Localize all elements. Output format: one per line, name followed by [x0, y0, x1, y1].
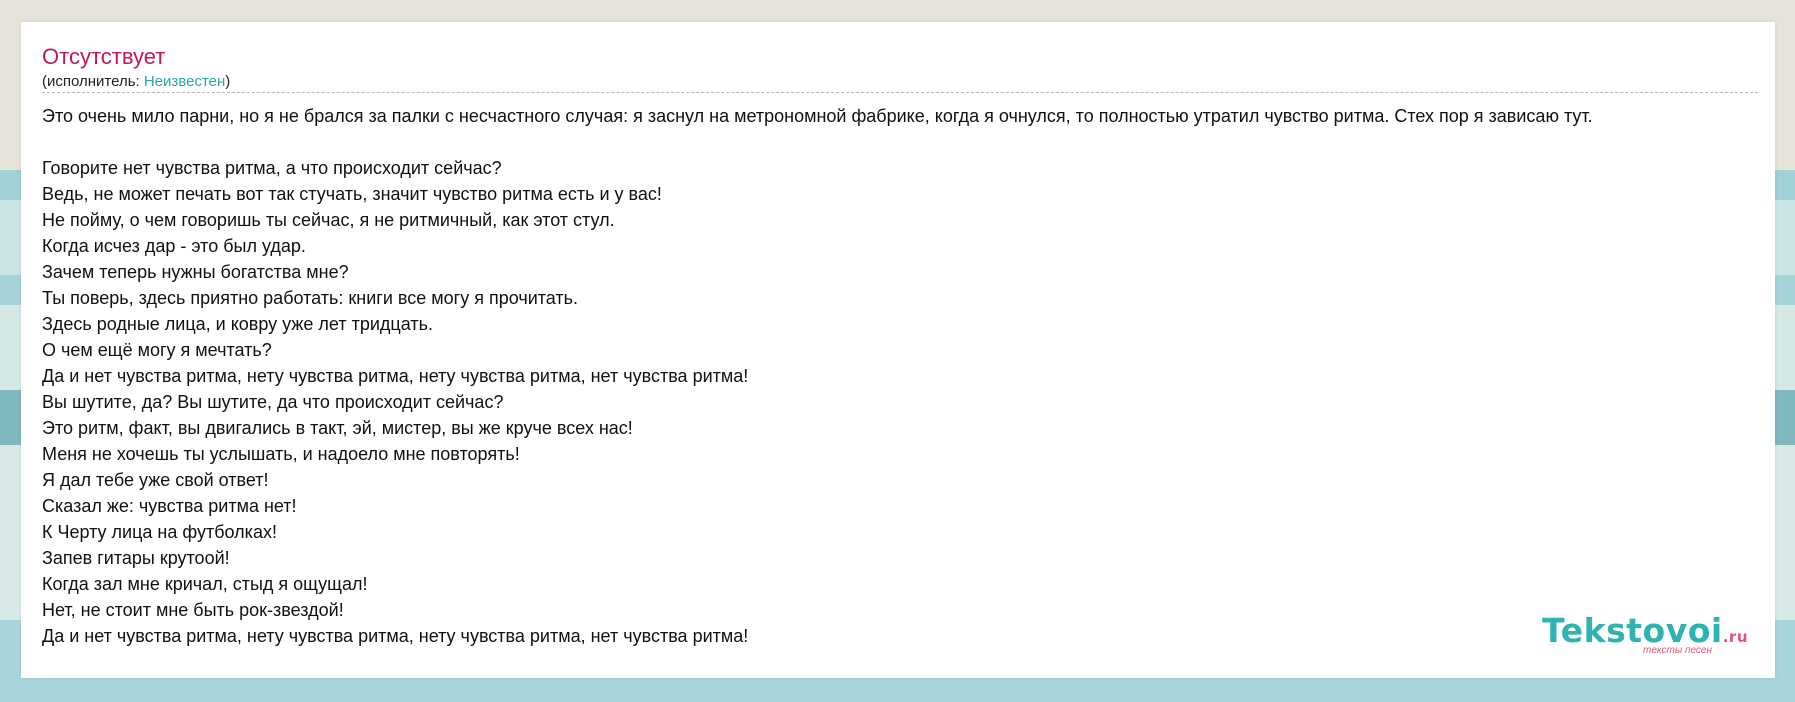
artist-line: (исполнитель: Неизвестен) — [42, 73, 230, 90]
lyrics-line: Меня не хочешь ты услышать, и надоело мн… — [42, 444, 520, 464]
lyrics-line: Я дал тебе уже свой ответ! — [42, 470, 269, 490]
lyrics-line: Когда исчез дар - это был удар. — [42, 236, 306, 256]
lyrics-line: Ведь, не может печать вот так стучать, з… — [42, 184, 662, 204]
lyrics-line: Да и нет чувства ритма, нету чувства рит… — [42, 366, 749, 386]
lyrics-blank-line — [42, 129, 1775, 155]
lyrics-line: Вы шутите, да? Вы шутите, да что происхо… — [42, 392, 504, 412]
site-logo[interactable]: Tekstovoi.ru тексты песен — [1542, 614, 1748, 656]
logo-suffix: .ru — [1722, 628, 1748, 646]
lyrics-line: Не пойму, о чем говоришь ты сейчас, я не… — [42, 210, 615, 230]
lyrics-line: К Черту лица на футболках! — [42, 522, 277, 542]
lyrics-line: Да и нет чувства ритма, нету чувства рит… — [42, 626, 749, 646]
lyrics-line: Ты поверь, здесь приятно работать: книги… — [42, 288, 579, 308]
lyrics-line: Говорите нет чувства ритма, а что происх… — [42, 158, 502, 178]
artist-suffix: ) — [225, 73, 231, 90]
lyrics-line: Нет, не стоит мне быть рок-звездой! — [42, 600, 344, 620]
divider — [42, 92, 1758, 93]
artist-prefix: (исполнитель: — [42, 73, 144, 90]
lyrics-intro: Это очень мило парни, но я не брался за … — [42, 106, 1593, 126]
logo-wordmark: Tekstovoi.ru — [1542, 614, 1748, 647]
artist-link[interactable]: Неизвестен — [144, 73, 225, 90]
lyrics-line: О чем ещё могу я мечтать? — [42, 340, 272, 360]
lyrics-card: Отсутствует (исполнитель: Неизвестен) Эт… — [21, 22, 1775, 678]
lyrics-line: Сказал же: чувства ритма нет! — [42, 496, 297, 516]
lyrics-line: Здесь родные лица, и ковру уже лет тридц… — [42, 314, 433, 334]
lyrics-line: Это ритм, факт, вы двигались в такт, эй,… — [42, 418, 633, 438]
lyrics-line: Когда зал мне кричал, стыд я ощущал! — [42, 574, 368, 594]
song-title: Отсутствует — [42, 44, 166, 69]
lyrics-line: Запев гитары крутоой! — [42, 548, 230, 568]
lyrics-line: Зачем теперь нужны богатства мне? — [42, 262, 349, 282]
lyrics-text: Это очень мило парни, но я не брался за … — [42, 103, 1775, 649]
